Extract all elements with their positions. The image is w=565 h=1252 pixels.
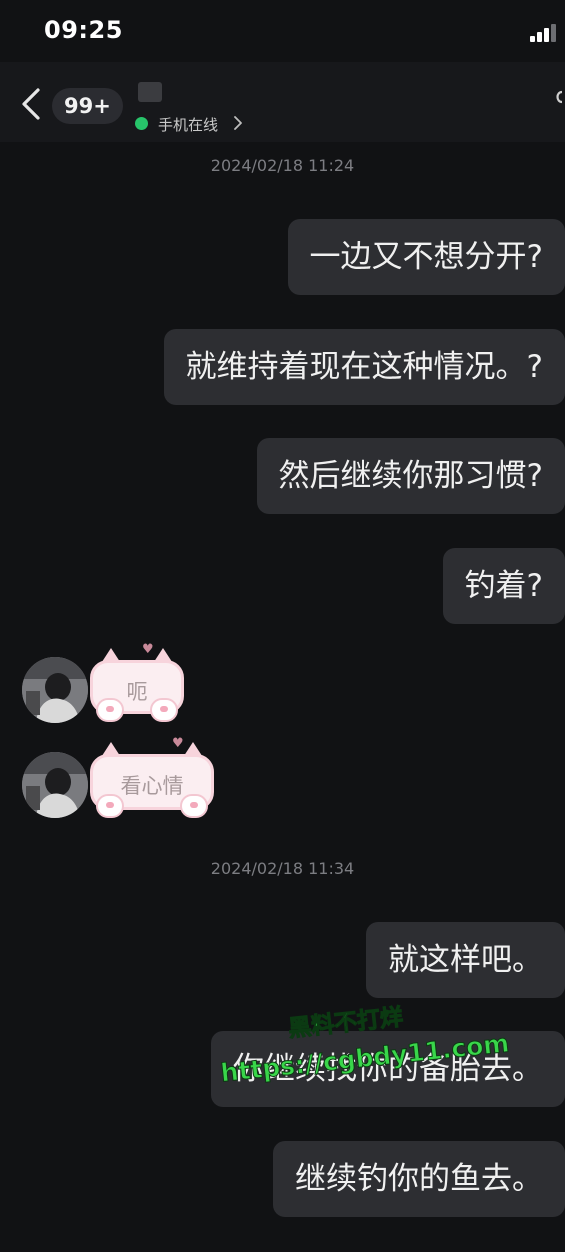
sent-message-bubble[interactable]: 钓着? — [442, 548, 565, 624]
avatar-photo — [22, 752, 88, 818]
online-status-dot — [135, 117, 148, 130]
message-timestamp: 2024/02/18 11:24 — [210, 156, 355, 175]
sent-message-bubble[interactable]: 就这样吧。 — [366, 922, 565, 998]
status-time: 09:25 — [44, 16, 123, 44]
sticker-message[interactable]: ♥ 呃 — [90, 642, 184, 722]
sent-message-bubble[interactable]: 然后继续你那习惯? — [256, 438, 565, 514]
heart-icon: ♥ — [172, 736, 184, 751]
avatar-photo — [22, 657, 88, 723]
contact-avatar[interactable] — [22, 657, 88, 723]
heart-icon: ♥ — [142, 642, 154, 657]
contact-name-redacted — [138, 82, 162, 102]
chevron-right-icon[interactable] — [232, 114, 244, 132]
more-options-icon[interactable] — [554, 90, 565, 112]
chat-header: 99+ 手机在线 — [0, 62, 565, 142]
sent-message-bubble[interactable]: 就维持着现在这种情况。? — [163, 329, 565, 405]
sent-message-bubble[interactable]: 一边又不想分开? — [287, 219, 565, 295]
sticker-message[interactable]: ♥ 看心情 — [90, 736, 214, 818]
online-status-label[interactable]: 手机在线 — [158, 114, 218, 135]
message-timestamp: 2024/02/18 11:34 — [210, 859, 355, 878]
back-arrow-icon[interactable] — [18, 84, 48, 124]
paw-icon — [96, 794, 124, 818]
signal-icon — [530, 22, 560, 42]
paw-icon — [180, 794, 208, 818]
sent-message-bubble[interactable]: 继续钓你的鱼去。 — [273, 1141, 565, 1217]
sent-message-bubble[interactable]: 你继续找你的备胎去。 — [211, 1031, 565, 1107]
paw-icon — [150, 698, 178, 722]
contact-avatar[interactable] — [22, 752, 88, 818]
unread-count-badge[interactable]: 99+ — [52, 88, 123, 124]
status-bar: 09:25 — [0, 0, 565, 62]
paw-icon — [96, 698, 124, 722]
